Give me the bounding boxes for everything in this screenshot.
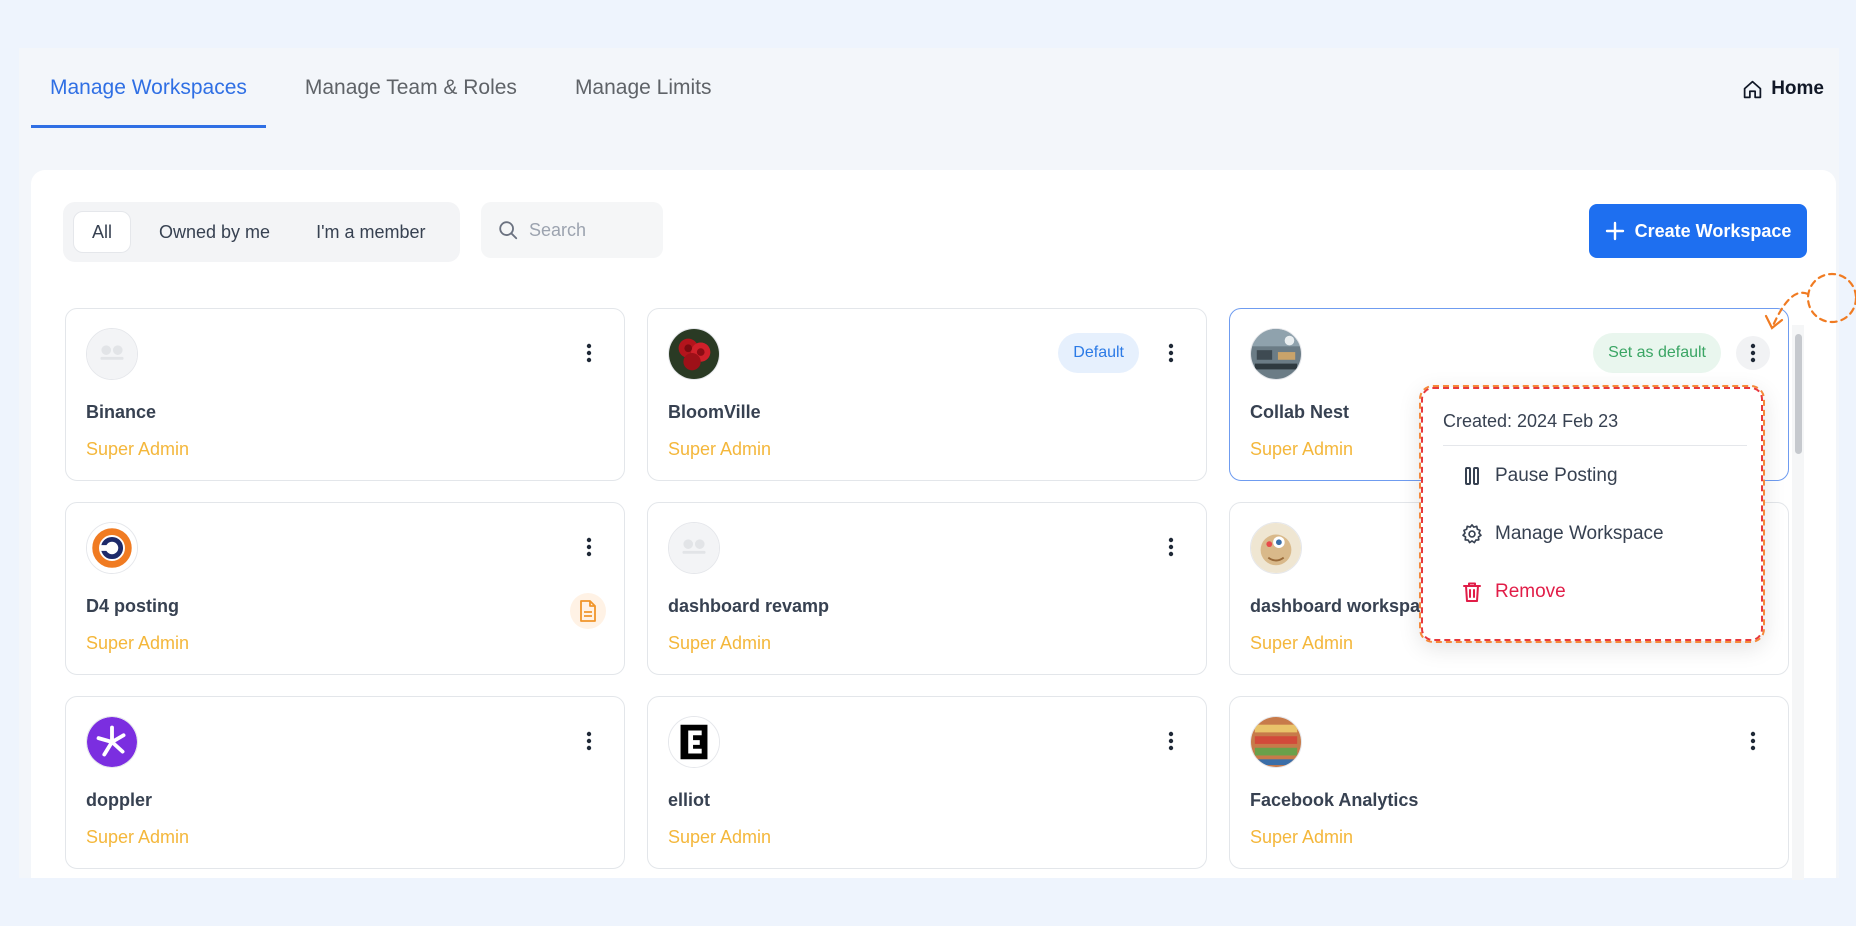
workspace-name: elliot bbox=[668, 790, 711, 810]
more-options-button[interactable] bbox=[1736, 336, 1770, 370]
no-photo-icon bbox=[669, 523, 719, 573]
workspace-name: dashboard workspac bbox=[1250, 596, 1431, 616]
plus-icon bbox=[1605, 221, 1624, 241]
workspace-name: dashboard revamp bbox=[668, 596, 830, 616]
workspace-role: Super Admin bbox=[86, 439, 190, 459]
kebab-icon bbox=[1168, 537, 1174, 557]
workspace-role: Super Admin bbox=[86, 633, 190, 653]
avatar bbox=[1250, 716, 1302, 768]
kebab-icon bbox=[1750, 731, 1756, 751]
workspace-name: D4 posting bbox=[86, 596, 179, 616]
kebab-icon bbox=[1168, 731, 1174, 751]
annotation-arrow-icon bbox=[1764, 272, 1856, 330]
tab-manage-team-roles[interactable]: Manage Team & Roles bbox=[286, 48, 536, 128]
pause-posting-item[interactable]: Pause Posting bbox=[1461, 465, 1618, 487]
filter-im-a-member[interactable]: I'm a member bbox=[298, 211, 443, 253]
avatar bbox=[1250, 328, 1302, 380]
more-options-button[interactable] bbox=[1154, 530, 1188, 564]
workspace-card[interactable]: dashboard revamp Super Admin bbox=[647, 502, 1207, 675]
tab-manage-workspaces[interactable]: Manage Workspaces bbox=[31, 48, 266, 128]
workspace-name: Collab Nest bbox=[1250, 402, 1350, 422]
document-badge[interactable] bbox=[570, 593, 606, 629]
kebab-icon bbox=[1750, 343, 1756, 363]
filter-owned-by-me[interactable]: Owned by me bbox=[141, 211, 288, 253]
created-date: Created: 2024 Feb 23 bbox=[1443, 411, 1619, 431]
workspace-role: Super Admin bbox=[86, 827, 190, 847]
kebab-icon bbox=[1168, 343, 1174, 363]
more-options-button[interactable] bbox=[1154, 724, 1188, 758]
avatar bbox=[1250, 522, 1302, 574]
remove-item[interactable]: Remove bbox=[1461, 581, 1566, 603]
more-options-button[interactable] bbox=[1736, 724, 1770, 758]
avatar bbox=[86, 328, 138, 380]
manage-workspace-item[interactable]: Manage Workspace bbox=[1461, 523, 1664, 545]
manage-workspace-label: Manage Workspace bbox=[1495, 523, 1664, 544]
workspace-role: Super Admin bbox=[1250, 439, 1354, 459]
more-options-button[interactable] bbox=[1154, 336, 1188, 370]
search-input[interactable] bbox=[529, 219, 649, 241]
black-e-logo bbox=[669, 717, 719, 767]
workspace-card[interactable]: Default BloomVille Super Admin bbox=[647, 308, 1207, 481]
trash-icon bbox=[1463, 582, 1481, 602]
create-workspace-label: Create Workspace bbox=[1634, 220, 1792, 241]
avatar bbox=[86, 716, 138, 768]
workspace-card[interactable]: elliot Super Admin bbox=[647, 696, 1207, 869]
scrollbar-thumb[interactable] bbox=[1795, 334, 1802, 454]
home-label: Home bbox=[1771, 78, 1824, 99]
create-workspace-button[interactable]: Create Workspace bbox=[1589, 204, 1807, 258]
purple-star-logo bbox=[87, 717, 137, 767]
filter-all[interactable]: All bbox=[73, 211, 132, 253]
workspace-name: Binance bbox=[86, 402, 157, 422]
workspace-role: Super Admin bbox=[668, 633, 772, 653]
kebab-icon bbox=[586, 537, 592, 557]
home-link[interactable]: Home bbox=[1742, 78, 1824, 100]
gear-icon bbox=[1462, 524, 1482, 544]
kebab-icon bbox=[586, 731, 592, 751]
orange-ring-logo bbox=[87, 523, 137, 573]
avatar bbox=[86, 522, 138, 574]
cartoon-character-image bbox=[1251, 523, 1301, 573]
red-roses-image bbox=[669, 329, 719, 379]
workspace-name: doppler bbox=[86, 790, 152, 810]
no-photo-icon bbox=[87, 329, 137, 379]
avatar bbox=[668, 328, 720, 380]
workspace-role: Super Admin bbox=[668, 827, 772, 847]
office-image bbox=[1251, 329, 1301, 379]
workspace-card[interactable]: D4 posting Super Admin bbox=[65, 502, 625, 675]
store-shelves-image bbox=[1251, 717, 1301, 767]
workspace-name: Facebook Analytics bbox=[1250, 790, 1419, 810]
menu-divider bbox=[1443, 445, 1747, 446]
more-options-button[interactable] bbox=[572, 336, 606, 370]
search-box[interactable] bbox=[481, 202, 663, 258]
search-icon bbox=[499, 221, 518, 240]
tab-manage-limits[interactable]: Manage Limits bbox=[556, 48, 731, 128]
avatar bbox=[668, 522, 720, 574]
workspace-options-menu: Created: 2024 Feb 23 Pause Posting Manag… bbox=[1419, 385, 1765, 643]
workspace-role: Super Admin bbox=[668, 439, 772, 459]
document-icon bbox=[580, 600, 596, 622]
pause-icon bbox=[1465, 467, 1479, 485]
workspace-role: Super Admin bbox=[1250, 827, 1354, 847]
kebab-icon bbox=[586, 343, 592, 363]
workspace-card[interactable]: Facebook Analytics Super Admin bbox=[1229, 696, 1789, 869]
workspace-card[interactable]: Binance Super Admin bbox=[65, 308, 625, 481]
set-as-default-button[interactable]: Set as default bbox=[1593, 333, 1721, 373]
home-icon bbox=[1743, 80, 1762, 98]
more-options-button[interactable] bbox=[572, 530, 606, 564]
workspace-card[interactable]: doppler Super Admin bbox=[65, 696, 625, 869]
pause-posting-label: Pause Posting bbox=[1495, 465, 1618, 486]
workspace-role: Super Admin bbox=[1250, 633, 1354, 653]
avatar bbox=[668, 716, 720, 768]
workspace-name: BloomVille bbox=[668, 402, 761, 422]
top-tabs: Manage Workspaces Manage Team & Roles Ma… bbox=[31, 48, 751, 128]
default-badge: Default bbox=[1058, 333, 1139, 373]
more-options-button[interactable] bbox=[572, 724, 606, 758]
remove-label: Remove bbox=[1495, 581, 1566, 602]
filter-segment: All Owned by me I'm a member bbox=[63, 202, 460, 262]
